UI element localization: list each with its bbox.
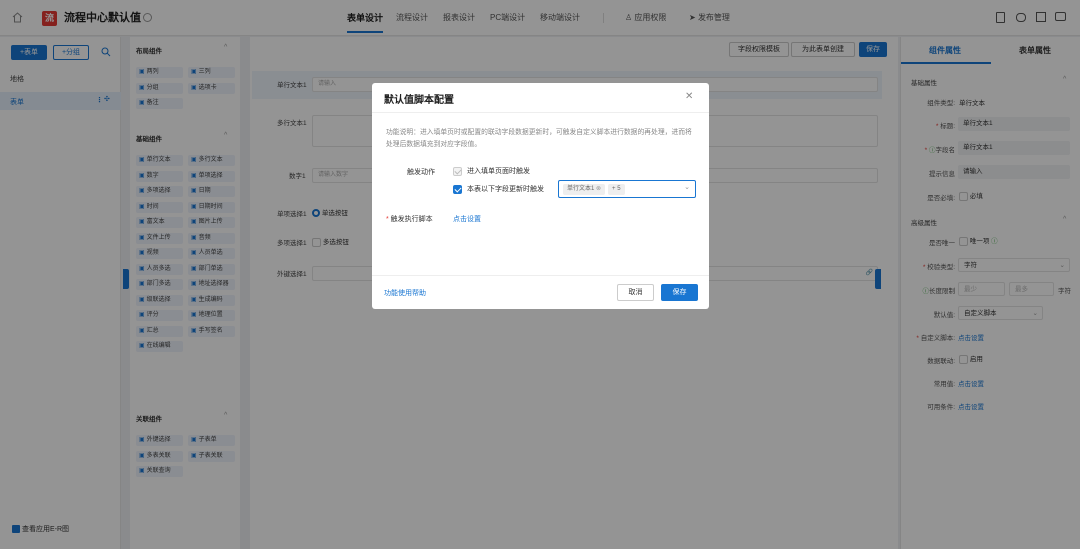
default-script-modal: 默认值脚本配置 ✕ 功能说明：进入填单页时或配置的联动字段数据更新时，可触发自定… [372,83,709,309]
script-label-text: 触发执行脚本 [390,216,433,223]
modal-divider [372,112,709,113]
help-link[interactable]: 功能使用帮助 [384,288,426,298]
script-label: * 触发执行脚本 [386,216,433,223]
checkbox-icon [453,184,462,194]
script-set-link[interactable]: 点击设置 [453,214,481,224]
field-tag: 单行文本1 ⊗ [563,184,606,195]
modal-footer-divider [372,275,709,276]
modal-description: 功能说明：进入填单页时或配置的联动字段数据更新时，可触发自定义脚本进行数据的再处… [386,129,692,148]
trigger-opt-enter-label: 进入填单页面时触发 [466,168,530,175]
chevron-down-icon: ⌄ [684,184,690,191]
trigger-opt-field-label: 本表以下字段更新时触发 [466,186,544,193]
save-button[interactable]: 保存 [661,284,698,301]
cancel-button[interactable]: 取消 [617,284,654,301]
trigger-opt-field[interactable]: 本表以下字段更新时触发 [453,184,544,194]
more-tag: + 5 [608,184,625,195]
modal-title: 默认值脚本配置 [384,95,454,106]
checkbox-icon [453,166,462,176]
trigger-opt-enter[interactable]: 进入填单页面时触发 [453,166,530,176]
trigger-field-select[interactable]: 单行文本1 ⊗ + 5 ⌄ [558,180,696,198]
remove-tag-icon[interactable]: ⊗ [596,186,601,192]
close-icon[interactable]: ✕ [685,91,693,102]
trigger-label: 触发动作 [407,169,435,176]
field-tag-label: 单行文本1 [567,186,595,192]
